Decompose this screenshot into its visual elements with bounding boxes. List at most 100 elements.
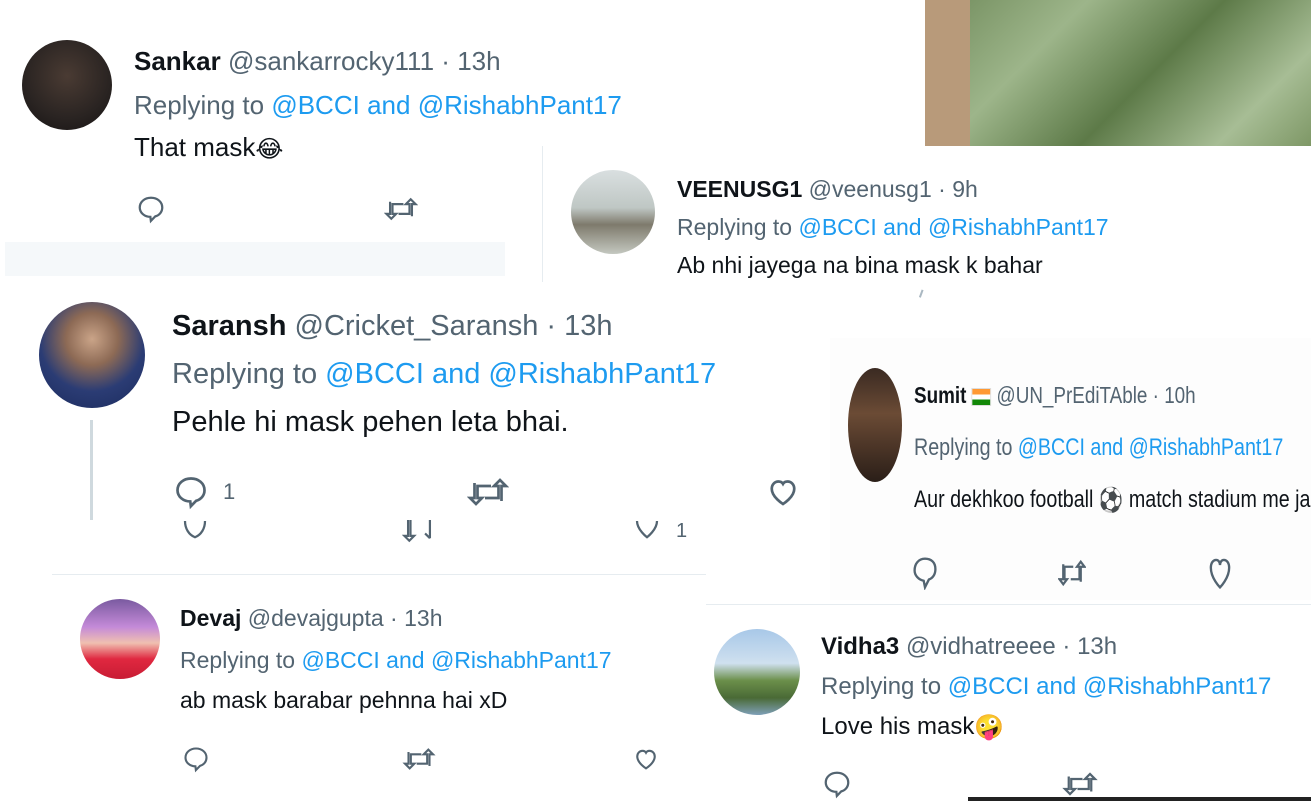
- timestamp[interactable]: 13h: [404, 605, 442, 631]
- replying-to: Replying to @BCCI and @RishabhPant17: [821, 673, 1271, 701]
- display-name[interactable]: Devaj: [180, 605, 241, 631]
- user-handle[interactable]: @veenusg1: [809, 176, 932, 202]
- tweet-header: Vidha3 @vidhatreeee · 13h: [821, 633, 1117, 661]
- retweet-button[interactable]: [402, 745, 436, 773]
- reply-button[interactable]: [182, 745, 210, 773]
- avatar[interactable]: [22, 40, 112, 130]
- display-name[interactable]: Vidha3: [821, 633, 899, 660]
- replying-to: Replying to @BCCI and @RishabhPant17: [677, 214, 1109, 241]
- tweet-text-part2: match stadium me jaake: [1128, 486, 1311, 513]
- retweet-button[interactable]: [467, 474, 509, 510]
- retweet-button[interactable]: [1062, 769, 1098, 799]
- user-handle[interactable]: @Cricket_Saransh: [295, 310, 539, 342]
- reply-button[interactable]: [136, 194, 166, 224]
- tweet-header: Saransh @Cricket_Saransh · 13h: [172, 310, 613, 343]
- mention-bcci[interactable]: @BCCI: [948, 673, 1030, 700]
- retweet-button[interactable]: [384, 194, 418, 224]
- mention-bcci[interactable]: @BCCI: [301, 647, 379, 673]
- avatar[interactable]: [39, 302, 145, 408]
- mention-bcci[interactable]: @BCCI: [798, 214, 876, 240]
- like-button[interactable]: [632, 745, 660, 773]
- separator: ·: [1062, 633, 1071, 660]
- faint-reply-icon: [918, 289, 932, 301]
- replying-to: Replying to @BCCI and @RishabhPant17: [134, 90, 622, 121]
- avatar[interactable]: [714, 629, 800, 715]
- like-button[interactable]: [765, 474, 801, 510]
- reply-button[interactable]: [912, 556, 938, 590]
- heart-icon: [770, 480, 796, 506]
- mention-rishabhpant[interactable]: @RishabhPant17: [418, 90, 622, 120]
- mention-bcci[interactable]: @BCCI: [1018, 434, 1085, 461]
- mention-rishabhpant[interactable]: @RishabhPant17: [488, 358, 716, 390]
- replying-to: Replying to @BCCI and @RishabhPant17: [180, 647, 612, 674]
- like-button[interactable]: 1: [632, 520, 687, 546]
- avatar[interactable]: [571, 170, 655, 254]
- zany-face-emoji: 🤪: [974, 714, 1005, 742]
- and-label: and: [883, 214, 922, 240]
- separator: ·: [938, 176, 946, 202]
- and-label: and: [367, 90, 411, 120]
- display-name[interactable]: Sankar: [134, 46, 221, 76]
- timestamp[interactable]: 13h: [1077, 633, 1117, 660]
- mention-rishabhpant[interactable]: @RishabhPant17: [1129, 434, 1284, 461]
- user-handle[interactable]: @UN_PrEdiTAble: [997, 382, 1148, 408]
- replying-to: Replying to @BCCI and @RishabhPant17: [914, 434, 1283, 462]
- display-name[interactable]: Saransh: [172, 310, 286, 342]
- timestamp[interactable]: 13h: [564, 310, 612, 342]
- tweet-text: Ab nhi jayega na bina mask k bahar: [677, 252, 1043, 279]
- tweet-text-part1: Aur dekhkoo football: [914, 486, 1094, 513]
- retweet-icon: [467, 478, 509, 506]
- retweet-icon: [402, 520, 432, 543]
- tweet-header: VEENUSG1 @veenusg1 · 9h: [677, 176, 978, 203]
- timestamp[interactable]: 10h: [1164, 382, 1195, 408]
- mention-bcci[interactable]: @BCCI: [325, 358, 424, 390]
- tweet-header: Sankar @sankarrocky111 · 13h: [134, 46, 501, 77]
- user-handle[interactable]: @vidhatreeee: [906, 633, 1056, 660]
- retweet-button[interactable]: [402, 520, 436, 546]
- reply-icon: [913, 557, 937, 590]
- and-label: and: [1090, 434, 1124, 461]
- reply-icon: [176, 477, 206, 510]
- like-button[interactable]: [1208, 556, 1232, 590]
- background-photo: [925, 0, 1311, 160]
- dark-corner: [968, 797, 1311, 801]
- thread-divider: [5, 242, 505, 276]
- avatar[interactable]: [848, 368, 902, 482]
- tweet-text-content: ab mask barabar pehnna hai xD: [180, 687, 508, 713]
- retweet-icon: [402, 748, 436, 770]
- user-handle[interactable]: @devajgupta: [248, 605, 384, 631]
- timestamp[interactable]: 13h: [457, 46, 500, 76]
- like-count: 1: [676, 520, 688, 542]
- replying-prefix: Replying to: [914, 434, 1013, 461]
- tweet-card-devaj: Devaj @devajgupta · 13h Replying to @BCC…: [52, 574, 706, 801]
- thread-line: [90, 420, 93, 524]
- mention-rishabhpant[interactable]: @RishabhPant17: [431, 647, 612, 673]
- separator: ·: [441, 46, 450, 76]
- reply-icon: [184, 747, 208, 773]
- reply-icon: [824, 771, 850, 799]
- reply-button[interactable]: [822, 769, 852, 799]
- reply-count: 1: [223, 479, 236, 504]
- retweet-button[interactable]: [1058, 558, 1086, 588]
- avatar[interactable]: [80, 599, 160, 679]
- display-name[interactable]: Sumit: [914, 382, 966, 408]
- separator: ·: [546, 310, 557, 342]
- reply-button[interactable]: [180, 520, 210, 546]
- user-handle[interactable]: @sankarrocky111: [228, 46, 434, 76]
- faint-actions: [918, 286, 932, 302]
- india-flag-icon: [971, 387, 992, 406]
- tweet-header: Devaj @devajgupta · 13h: [180, 605, 442, 632]
- replying-prefix: Replying to: [134, 90, 265, 120]
- tweet-header: Sumit @UN_PrEdiTAble · 10h: [914, 382, 1196, 409]
- mention-rishabhpant[interactable]: @RishabhPant17: [1083, 673, 1271, 700]
- heart-icon: [636, 749, 656, 770]
- mention-bcci[interactable]: @BCCI: [271, 90, 360, 120]
- soccer-ball-emoji: ⚽: [1098, 487, 1124, 515]
- tweet-card-vidha3: Vidha3 @vidhatreeee · 13h Replying to @B…: [706, 604, 1311, 801]
- heart-icon: [1209, 558, 1231, 590]
- timestamp[interactable]: 9h: [952, 176, 978, 202]
- display-name[interactable]: VEENUSG1: [677, 176, 802, 202]
- separator: ·: [1152, 382, 1159, 408]
- mention-rishabhpant[interactable]: @RishabhPant17: [928, 214, 1109, 240]
- reply-button[interactable]: 1: [173, 474, 235, 510]
